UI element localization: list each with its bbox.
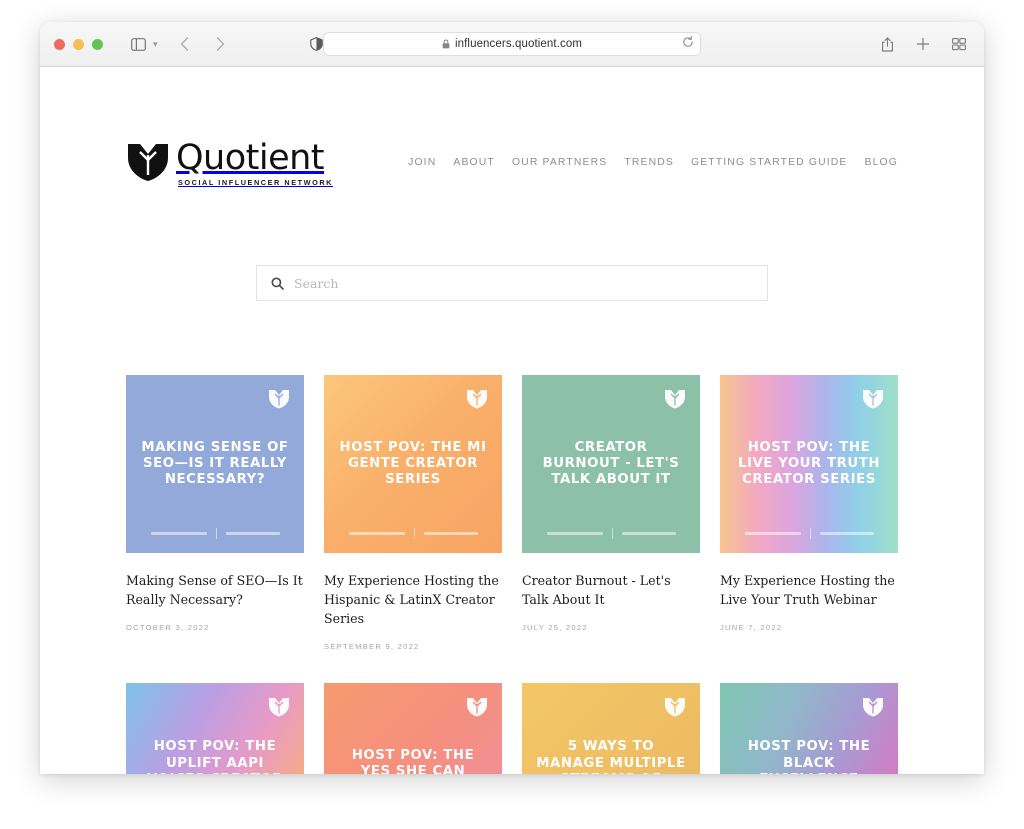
quotient-mark-icon bbox=[268, 697, 290, 722]
post-thumbnail[interactable]: HOST POV: THE LIVE YOUR TRUTH CREATOR SE… bbox=[720, 375, 898, 554]
footer-divider bbox=[215, 528, 217, 540]
post-thumbnail[interactable]: 5 WAYS TO MANAGE MULTIPLE STREAMS OF INC… bbox=[522, 682, 700, 774]
nav-item-join[interactable]: JOIN bbox=[408, 157, 436, 168]
lock-icon bbox=[442, 39, 450, 49]
post-title[interactable]: My Experience Hosting the Hispanic & Lat… bbox=[324, 572, 502, 629]
forward-arrow-icon[interactable] bbox=[210, 33, 232, 55]
navigation-arrows bbox=[174, 33, 232, 55]
address-bar-container: influencers.quotient.com bbox=[323, 32, 701, 56]
post-thumbnail[interactable]: MAKING SENSE OF SEO—IS IT REALLY NECESSA… bbox=[126, 375, 304, 554]
quotient-mark-icon bbox=[862, 389, 884, 414]
footer-divider bbox=[611, 528, 613, 540]
post-card[interactable]: HOST POV: THE LIVE YOUR TRUTH CREATOR SE… bbox=[720, 375, 898, 651]
sidebar-controls: ▾ bbox=[127, 33, 158, 55]
search-input[interactable] bbox=[294, 275, 753, 291]
post-card[interactable]: MAKING SENSE OF SEO—IS IT REALLY NECESSA… bbox=[126, 375, 304, 651]
nav-item-getting-started-guide[interactable]: GETTING STARTED GUIDE bbox=[691, 157, 848, 168]
quotient-mark-icon bbox=[664, 389, 686, 414]
nav-item-trends[interactable]: TRENDS bbox=[624, 157, 674, 168]
post-thumbnail[interactable]: HOST POV: THE BLACK EXCELLENCE CREATOR S… bbox=[720, 682, 898, 774]
post-card[interactable]: HOST POV: THE MI GENTE CREATOR SERIES My… bbox=[324, 375, 502, 651]
thumbnail-title: HOST POV: THE MI GENTE CREATOR SERIES bbox=[339, 439, 487, 488]
thumbnail-title: MAKING SENSE OF SEO—IS IT REALLY NECESSA… bbox=[141, 439, 289, 488]
post-date: JULY 25, 2022 bbox=[522, 623, 588, 633]
post-thumbnail[interactable]: HOST POV: THE YES SHE CAN CREATOR SERIES bbox=[324, 682, 502, 774]
site-logo[interactable]: Quotient SOCIAL INFLUENCER NETWORK bbox=[126, 138, 333, 188]
post-date: OCTOBER 3, 2022 bbox=[126, 623, 210, 633]
thumbnail-title: HOST POV: THE UPLIFT AAPI VOICES CREATOR… bbox=[147, 739, 282, 774]
browser-window: ▾ influencers.quotient.com Quotient SOCI… bbox=[40, 22, 984, 774]
nav-item-blog[interactable]: BLOG bbox=[865, 157, 898, 168]
address-bar[interactable]: influencers.quotient.com bbox=[323, 32, 701, 56]
maximize-window-button[interactable] bbox=[92, 38, 103, 50]
post-grid-row-2: HOST POV: THE UPLIFT AAPI VOICES CREATOR… bbox=[40, 682, 984, 774]
sidebar-icon[interactable] bbox=[127, 33, 149, 55]
logo-tagline: SOCIAL INFLUENCER NETWORK bbox=[178, 178, 333, 188]
thumbnail-footer bbox=[324, 528, 502, 540]
close-window-button[interactable] bbox=[54, 38, 65, 50]
thumbnail-footer bbox=[720, 528, 898, 540]
back-arrow-icon[interactable] bbox=[174, 33, 196, 55]
site-header: Quotient SOCIAL INFLUENCER NETWORK JOIN … bbox=[40, 67, 984, 187]
footer-text-right bbox=[621, 532, 676, 536]
chevron-down-icon[interactable]: ▾ bbox=[153, 39, 158, 49]
footer-text-left bbox=[150, 532, 207, 536]
post-card[interactable]: HOST POV: THE YES SHE CAN CREATOR SERIES bbox=[324, 682, 502, 774]
post-card[interactable]: CREATOR BURNOUT - LET'S TALK ABOUT IT Cr… bbox=[522, 375, 700, 651]
post-grid-row-1: MAKING SENSE OF SEO—IS IT REALLY NECESSA… bbox=[40, 375, 984, 651]
quotient-mark-icon bbox=[268, 389, 290, 414]
search-section bbox=[40, 265, 984, 302]
quotient-mark-icon bbox=[466, 697, 488, 722]
reload-icon[interactable] bbox=[682, 35, 694, 53]
thumbnail-title: HOST POV: THE LIVE YOUR TRUTH CREATOR SE… bbox=[737, 439, 881, 488]
post-thumbnail[interactable]: HOST POV: THE UPLIFT AAPI VOICES CREATOR… bbox=[126, 682, 304, 774]
tab-overview-icon[interactable] bbox=[948, 33, 970, 55]
url-text: influencers.quotient.com bbox=[454, 38, 583, 50]
footer-text-right bbox=[423, 532, 478, 536]
thumbnail-title: 5 WAYS TO MANAGE MULTIPLE STREAMS OF INC… bbox=[536, 739, 686, 774]
post-thumbnail[interactable]: CREATOR BURNOUT - LET'S TALK ABOUT IT bbox=[522, 375, 700, 554]
nav-item-about[interactable]: ABOUT bbox=[453, 157, 495, 168]
page-content: Quotient SOCIAL INFLUENCER NETWORK JOIN … bbox=[40, 67, 984, 774]
thumbnail-title: HOST POV: THE YES SHE CAN CREATOR SERIES bbox=[351, 747, 475, 774]
search-box[interactable] bbox=[256, 265, 768, 302]
post-title[interactable]: Creator Burnout - Let's Talk About It bbox=[522, 572, 700, 610]
post-card[interactable]: HOST POV: THE UPLIFT AAPI VOICES CREATOR… bbox=[126, 682, 304, 774]
post-date: JUNE 7, 2022 bbox=[720, 623, 783, 633]
thumbnail-footer bbox=[126, 528, 304, 540]
footer-text-right bbox=[225, 532, 280, 536]
footer-text-right bbox=[819, 532, 874, 536]
thumbnail-title: CREATOR BURNOUT - LET'S TALK ABOUT IT bbox=[542, 439, 680, 488]
post-date: SEPTEMBER 9, 2022 bbox=[324, 641, 420, 651]
post-title[interactable]: Making Sense of SEO—Is It Really Necessa… bbox=[126, 572, 304, 610]
minimize-window-button[interactable] bbox=[73, 38, 84, 50]
quotient-mark-icon bbox=[466, 389, 488, 414]
post-card[interactable]: HOST POV: THE BLACK EXCELLENCE CREATOR S… bbox=[720, 682, 898, 774]
share-icon[interactable] bbox=[876, 33, 898, 55]
quotient-mark-icon bbox=[664, 697, 686, 722]
browser-toolbar: ▾ influencers.quotient.com bbox=[40, 22, 984, 67]
footer-divider bbox=[413, 528, 415, 540]
logo-wordmark: Quotient bbox=[176, 138, 325, 178]
nav-item-our-partners[interactable]: OUR PARTNERS bbox=[512, 157, 607, 168]
footer-text-left bbox=[546, 532, 603, 536]
post-title[interactable]: My Experience Hosting the Live Your Trut… bbox=[720, 572, 898, 610]
window-controls bbox=[54, 38, 103, 50]
quotient-mark-icon bbox=[126, 142, 170, 187]
main-navigation: JOIN ABOUT OUR PARTNERS TRENDS GETTING S… bbox=[408, 157, 898, 172]
search-icon bbox=[271, 277, 284, 290]
plus-icon[interactable] bbox=[912, 33, 934, 55]
thumbnail-title: HOST POV: THE BLACK EXCELLENCE CREATOR S… bbox=[747, 739, 871, 774]
toolbar-right-actions bbox=[876, 33, 970, 55]
footer-text-left bbox=[744, 532, 801, 536]
footer-divider bbox=[809, 528, 811, 540]
quotient-mark-icon bbox=[862, 697, 884, 722]
post-card[interactable]: 5 WAYS TO MANAGE MULTIPLE STREAMS OF INC… bbox=[522, 682, 700, 774]
footer-text-left bbox=[348, 532, 405, 536]
post-thumbnail[interactable]: HOST POV: THE MI GENTE CREATOR SERIES bbox=[324, 375, 502, 554]
thumbnail-footer bbox=[522, 528, 700, 540]
